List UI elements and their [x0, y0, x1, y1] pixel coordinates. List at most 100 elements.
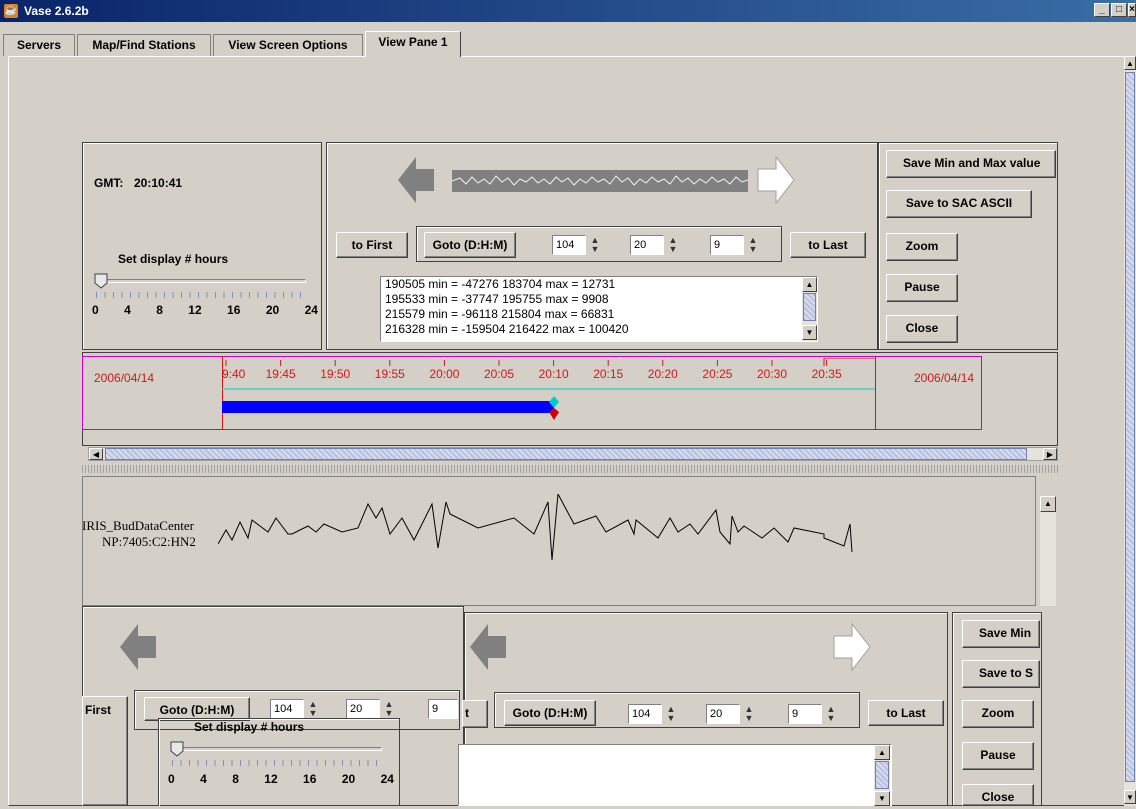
hours-tick-labels: 0 4 8 12 16 20 24	[92, 303, 318, 317]
hour-tick: 16	[303, 772, 317, 786]
hour-tick: 4	[124, 303, 131, 317]
log-scroll-up-icon[interactable]: ▲	[802, 277, 817, 292]
hour-tick: 12	[188, 303, 202, 317]
title-bar: Vase 2.6.2b	[0, 0, 1136, 22]
timeline-tick-label: 19:50	[320, 367, 350, 381]
pane2-goto-hour-input-1[interactable]: 20	[346, 699, 380, 719]
timeline-tick-label: 20:20	[648, 367, 678, 381]
hour-tick: 0	[92, 303, 99, 317]
to-first-button[interactable]: to First	[336, 232, 408, 258]
timeline-end-bracket	[823, 358, 875, 366]
scroll-up-arrow-icon[interactable]: ▲	[1124, 56, 1136, 70]
goto-day-input[interactable]: 104	[552, 235, 586, 255]
log-scrollbar[interactable]: ▲ ▼	[802, 277, 817, 341]
pane2-hours-slider-ticks	[172, 760, 382, 766]
timeline-right-bound	[875, 356, 876, 430]
pane2-day-spinner-icon-2[interactable]: ▲ ▼	[664, 705, 678, 723]
save-min-max-button[interactable]: Save Min and Max value	[886, 150, 1056, 178]
station-name: IRIS_BudDataCenter	[82, 518, 194, 533]
pane2-hours-slider-track[interactable]	[172, 747, 382, 751]
current-time-marker-icon[interactable]	[548, 396, 560, 423]
pane2-zoom-button[interactable]: Zoom	[962, 700, 1034, 728]
station-waveform[interactable]	[217, 492, 858, 569]
scroll-right-arrow-icon[interactable]: ▶	[1043, 448, 1057, 460]
gmt-time: 20:10:41	[134, 176, 183, 190]
h-scroll-thumb[interactable]	[105, 448, 1027, 460]
log-scroll-thumb[interactable]	[803, 293, 816, 321]
hour-tick: 8	[232, 772, 239, 786]
pane2-minute-spinner-icon-2[interactable]: ▲ ▼	[824, 705, 838, 723]
hour-spinner-icon[interactable]: ▲ ▼	[666, 236, 680, 254]
pane2-first-button[interactable]: First	[82, 696, 128, 806]
pane2-forward-arrow-icon[interactable]	[832, 622, 872, 675]
scroll-thumb[interactable]	[1125, 72, 1135, 782]
pause-button[interactable]: Pause	[886, 274, 958, 302]
pane2-hours-slider-thumb[interactable]	[170, 741, 184, 757]
pane2-log-scroll-up-icon[interactable]: ▲	[874, 745, 890, 760]
hour-tick: 20	[341, 772, 356, 786]
zoom-button[interactable]: Zoom	[886, 233, 958, 261]
goto-hour-input[interactable]: 20	[630, 235, 664, 255]
timeline-tick-label: 20:25	[702, 367, 732, 381]
hours-slider-track[interactable]	[96, 279, 306, 283]
pane2-log-scroll-down-icon[interactable]: ▼	[874, 791, 890, 806]
pane2-log-scroll-thumb[interactable]	[875, 761, 889, 789]
pane2-log-scrollbar[interactable]: ▲ ▼	[874, 745, 890, 806]
pane2-to-last-button[interactable]: to Last	[868, 700, 944, 726]
pane2-goto-minute-input-1[interactable]: 9	[428, 699, 458, 719]
pane2-to-first-button[interactable]: t	[462, 700, 488, 728]
hour-tick: 4	[200, 772, 207, 786]
pane2-day-spinner-icon-1[interactable]: ▲ ▼	[306, 700, 320, 718]
close-button[interactable]: Close	[886, 315, 958, 343]
pane-horizontal-scrollbar[interactable]: ◀ ▶	[88, 447, 1058, 461]
trace-scroll-up-icon[interactable]: ▲	[1040, 496, 1056, 512]
hours-slider-thumb[interactable]	[94, 273, 108, 289]
pane-splitter[interactable]	[82, 465, 1058, 473]
scroll-down-arrow-icon[interactable]: ▼	[1124, 790, 1136, 804]
log-line: 215579 min = -96118 215804 max = 66831	[385, 307, 615, 321]
pane2-goto-minute-input-2[interactable]: 9	[788, 704, 822, 724]
waveform-preview[interactable]	[451, 170, 749, 192]
trace-scrollbar[interactable]: ▲	[1040, 496, 1056, 606]
java-app-icon: ☕	[4, 4, 18, 18]
minute-spinner-icon[interactable]: ▲ ▼	[746, 236, 760, 254]
maximize-button[interactable]: □	[1111, 3, 1127, 17]
timeline-tick-label: 19:45	[266, 367, 296, 381]
hour-tick: 16	[227, 303, 241, 317]
pane2-hour-spinner-icon-2[interactable]: ▲ ▼	[742, 705, 756, 723]
timeline-tick-label: 9:40	[222, 367, 246, 381]
day-spinner-icon[interactable]: ▲ ▼	[588, 236, 602, 254]
pane2-close-button[interactable]: Close	[962, 784, 1034, 806]
pane2-pause-button[interactable]: Pause	[962, 742, 1034, 770]
pane2-goto-hour-input-2[interactable]: 20	[706, 704, 740, 724]
pane2-hour-spinner-icon-1[interactable]: ▲ ▼	[382, 700, 396, 718]
goto-button[interactable]: Goto (D:H:M)	[424, 232, 516, 258]
timeline-date-right: 2006/04/14	[914, 371, 975, 385]
timeline-tick-label: 20:30	[757, 367, 787, 381]
pane2-save-to-s-button[interactable]: Save to S	[962, 660, 1040, 688]
save-sac-ascii-button[interactable]: Save to SAC ASCII	[886, 190, 1032, 218]
pane2-save-min-button[interactable]: Save Min	[962, 620, 1040, 648]
goto-minute-input[interactable]: 9	[710, 235, 744, 255]
forward-arrow-icon[interactable]	[756, 155, 796, 208]
scroll-left-arrow-icon[interactable]: ◀	[89, 448, 103, 460]
to-last-button[interactable]: to Last	[790, 232, 866, 258]
pane2-back-arrow-icon-2[interactable]	[468, 622, 508, 675]
pane2-goto-day-input-2[interactable]: 104	[628, 704, 662, 724]
pane2-back-arrow-icon[interactable]	[118, 622, 158, 675]
tab-view-pane-1[interactable]: View Pane 1	[365, 31, 461, 57]
hour-tick: 12	[264, 772, 278, 786]
tab-servers[interactable]: Servers	[3, 34, 75, 56]
log-scroll-down-icon[interactable]: ▼	[802, 325, 817, 340]
pane2-goto-day-input-1[interactable]: 104	[270, 699, 304, 719]
back-arrow-icon[interactable]	[396, 155, 436, 208]
window-vertical-scrollbar[interactable]: ▲ ▼	[1124, 56, 1136, 806]
tab-map-find-stations[interactable]: Map/Find Stations	[77, 34, 211, 56]
tab-view-screen-options[interactable]: View Screen Options	[213, 34, 363, 56]
pane2-goto-button-2[interactable]: Goto (D:H:M)	[504, 700, 596, 726]
close-window-button[interactable]: ×	[1128, 3, 1136, 17]
window-title: Vase 2.6.2b	[24, 4, 89, 18]
pane2-hours-label: Set display # hours	[194, 720, 305, 734]
minimize-button[interactable]: _	[1094, 3, 1110, 17]
log-line: 195533 min = -37747 195755 max = 9908	[385, 292, 609, 306]
